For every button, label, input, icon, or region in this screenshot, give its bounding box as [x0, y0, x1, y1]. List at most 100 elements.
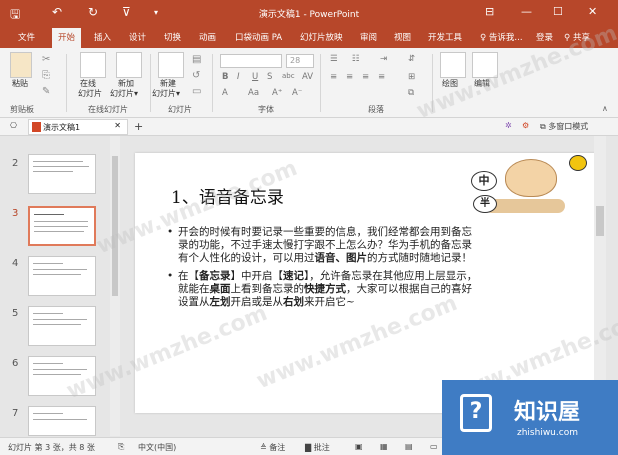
text-run: 在【 [178, 270, 199, 282]
title-bar: 🖫 ↶ ↻ ⊽ ▾ 演示文稿1 - PowerPoint ⊟ — ☐ ✕ [0, 0, 618, 26]
thumb-number: 4 [12, 258, 19, 269]
slide-sorter-icon[interactable]: ▦ [380, 442, 388, 451]
tab-view[interactable]: 视图 [394, 31, 411, 43]
online-slides-sub: 幻灯片 [78, 89, 102, 98]
tab-animations[interactable]: 动画 [199, 31, 216, 43]
slide-thumbnail[interactable] [28, 306, 96, 346]
tab-home[interactable]: 开始 [52, 28, 82, 48]
online-slides-icon[interactable] [80, 52, 106, 78]
slide-thumbnail[interactable] [28, 406, 96, 436]
bullet-1[interactable]: • 开会的时候有时要记录一些重要的信息，我们经常都会用到备忘 录的功能，不过手速… [167, 226, 569, 265]
tell-me-search[interactable]: ♀ 告诉我... [480, 31, 523, 43]
change-case-icon[interactable]: Aa [248, 88, 259, 98]
group-online-label: 在线幻灯片 [88, 105, 128, 114]
text-run-bold: 语音、图片 [314, 252, 368, 264]
new-slide-icon[interactable] [158, 52, 184, 78]
slide-thumbnail[interactable] [28, 256, 96, 296]
slide-thumbnail[interactable] [28, 154, 96, 194]
thumb-number: 7 [12, 408, 19, 419]
comments-button[interactable]: ▇ 批注 [305, 442, 330, 453]
underline-icon[interactable]: U [252, 72, 258, 82]
close-button[interactable]: ✕ [588, 5, 597, 18]
bomb-icon [569, 155, 587, 171]
multi-window-button[interactable]: ⧉ 多窗口模式 [540, 121, 588, 132]
font-family-combo[interactable] [220, 54, 282, 68]
shrink-font-icon[interactable]: A⁻ [292, 88, 302, 98]
maximize-button[interactable]: ☐ [553, 5, 563, 18]
settings-icon[interactable]: ✲ [505, 121, 512, 130]
font-size-combo[interactable]: 28 [286, 54, 314, 68]
smartart-icon[interactable]: ⧉ [408, 88, 414, 98]
char-spacing-icon[interactable]: AV [302, 72, 313, 82]
align-right-icon[interactable]: ≡ [362, 72, 369, 82]
bullet-dot: • [167, 270, 174, 282]
normal-view-icon[interactable]: ▣ [355, 442, 363, 451]
login-link[interactable]: 登录 [536, 31, 553, 43]
tab-insert[interactable]: 插入 [94, 31, 111, 43]
text-run-bold: 右划 [283, 296, 304, 308]
format-painter-icon[interactable]: ✎ [42, 86, 50, 97]
text-line: 开会的时候有时要记录一些重要的信息，我们经常都会用到备忘 [178, 226, 472, 238]
indent-icon[interactable]: ⇥ [380, 54, 387, 64]
brand-icon: ? [460, 394, 492, 432]
thumb-number: 2 [12, 158, 19, 169]
align-left-icon[interactable]: ≡ [330, 72, 337, 82]
tab-file[interactable]: 文件 [18, 31, 35, 43]
numbering-icon[interactable]: ☷ [352, 54, 360, 64]
align-text-icon[interactable]: ⊞ [408, 72, 415, 82]
bold-icon[interactable]: B [222, 72, 228, 82]
group-paragraph-label: 段落 [368, 105, 384, 114]
text-run: 来开启它~ [304, 296, 355, 308]
text-run: 设置从 [178, 296, 210, 308]
tab-pocket-animation[interactable]: 口袋动画 PA [235, 31, 282, 43]
align-center-icon[interactable]: ≡ [346, 72, 353, 82]
collapse-ribbon-icon[interactable]: ∧ [602, 104, 608, 113]
bullets-icon[interactable]: ☰ [330, 54, 338, 64]
section-icon[interactable]: ▭ [192, 86, 201, 97]
slide-thumbnail-selected[interactable] [28, 206, 96, 246]
reading-view-icon[interactable]: ▤ [405, 442, 413, 451]
scrollbar-thumb[interactable] [596, 206, 604, 236]
notes-button[interactable]: ≜ 备注 [260, 442, 285, 453]
language-indicator[interactable]: 中文(中国) [138, 442, 176, 453]
group-font-label: 字体 [258, 105, 274, 114]
group-divider [212, 54, 213, 112]
close-tab-icon[interactable]: ✕ [114, 121, 121, 130]
text-direction-icon[interactable]: ⇵ [408, 54, 415, 64]
add-slide-icon[interactable] [116, 52, 142, 78]
justify-icon[interactable]: ≡ [378, 72, 385, 82]
tab-review[interactable]: 审阅 [360, 31, 377, 43]
tab-slideshow[interactable]: 幻灯片放映 [300, 31, 343, 43]
paste-icon[interactable] [10, 52, 32, 78]
spellcheck-icon[interactable]: ⎘ [118, 442, 124, 452]
reset-icon[interactable]: ↺ [192, 70, 200, 81]
ribbon-display-icon[interactable]: ⊟ [485, 5, 494, 18]
document-tab[interactable]: 演示文稿1 ✕ [28, 119, 128, 135]
drawing-icon[interactable] [440, 52, 466, 78]
thumb-number: 3 [12, 208, 19, 219]
paste-button[interactable]: 粘贴 [12, 78, 28, 89]
slideshow-view-icon[interactable]: ▭ [430, 442, 438, 451]
font-color-icon[interactable]: A [222, 88, 228, 98]
text-line: 录的功能，不过手速太慢打字跟不上怎么办？华为手机的备忘录 [178, 239, 472, 251]
gear-icon[interactable]: ⚙ [522, 121, 529, 130]
thumbnails-scrollbar[interactable] [110, 136, 120, 436]
tab-transitions[interactable]: 切换 [164, 31, 181, 43]
minimize-button[interactable]: — [521, 5, 532, 18]
grow-font-icon[interactable]: A⁺ [272, 88, 282, 98]
cut-icon[interactable]: ✂ [42, 54, 50, 65]
text-run: 的方式随时随地记录！ [367, 252, 472, 264]
tab-design[interactable]: 设计 [129, 31, 146, 43]
shadow-icon[interactable]: S [267, 72, 272, 82]
italic-icon[interactable]: I [237, 72, 240, 82]
layout-icon[interactable]: ▤ [192, 54, 201, 65]
bullet-2[interactable]: • 在【备忘录】中开启【速记】，允许备忘录在其他应用上层显示， 就能在桌面上看到… [167, 270, 569, 309]
tab-developer[interactable]: 开发工具 [428, 31, 462, 43]
strikethrough-icon[interactable]: abc [282, 72, 295, 80]
badge-ban: 半 [473, 195, 497, 213]
copy-icon[interactable]: ⎘ [42, 70, 50, 81]
new-tab-icon[interactable]: + [134, 120, 143, 133]
cat-body [485, 199, 565, 213]
home-icon[interactable]: ⎔ [10, 121, 17, 130]
text-run: 有个人性化的设计，可以用过 [178, 252, 315, 264]
